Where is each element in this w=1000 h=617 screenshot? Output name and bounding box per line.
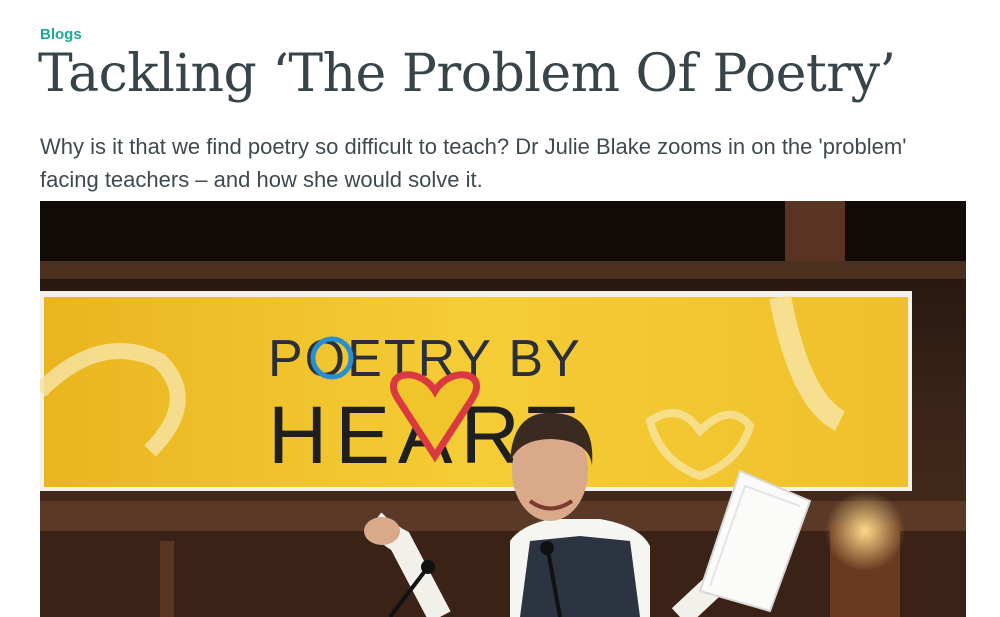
hero-photo: POETRY BY HEART [40, 201, 966, 617]
category-link[interactable]: Blogs [40, 26, 82, 43]
hero-image: POETRY BY HEART [40, 201, 966, 617]
article-standfirst: Why is it that we find poetry so difficu… [40, 134, 907, 192]
article-title: Tackling ‘The Problem Of Poetry’ [38, 44, 896, 104]
article-page: Blogs Tackling ‘The Problem Of Poetry’ W… [0, 0, 1000, 617]
